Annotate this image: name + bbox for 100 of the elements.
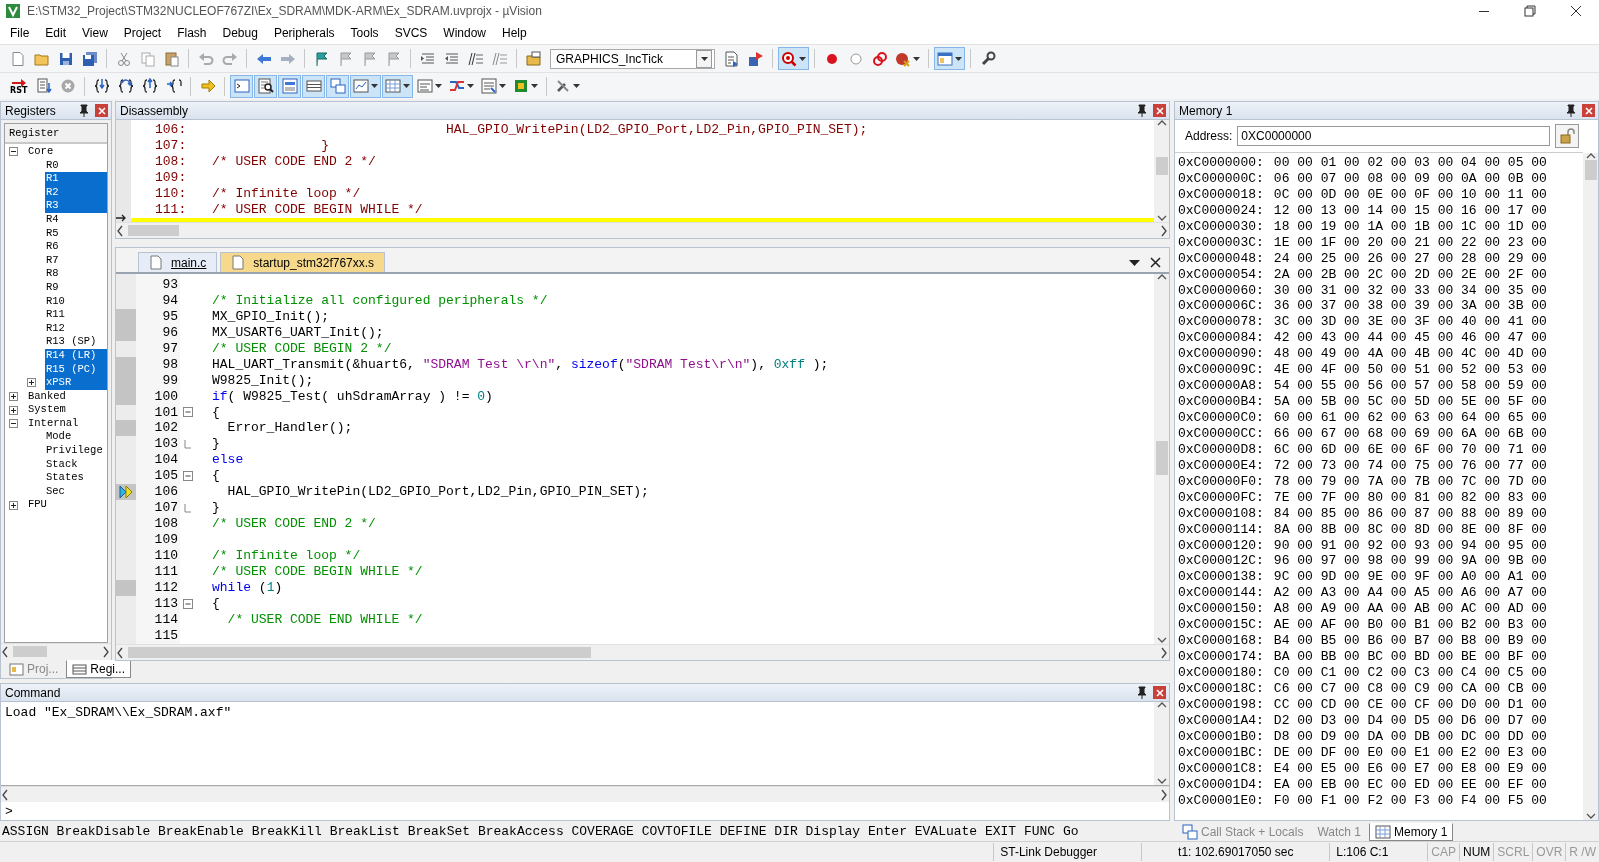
menu-item[interactable]: Project	[115, 24, 170, 42]
tree-item[interactable]: Banked	[27, 389, 107, 404]
close-button[interactable]	[1153, 686, 1166, 699]
tree-item[interactable]: Privilege	[45, 444, 107, 458]
vertical-scrollbar[interactable]	[1154, 120, 1169, 222]
watch-window-button[interactable]	[350, 74, 382, 98]
lock-button[interactable]	[1555, 124, 1579, 148]
vertical-scrollbar[interactable]	[1154, 274, 1169, 644]
caret-icon	[573, 84, 581, 88]
scrollbar-thumb[interactable]	[13, 646, 48, 657]
tree-item[interactable]: R6	[45, 240, 107, 254]
menu-item[interactable]: SVCS	[386, 24, 436, 42]
address-field[interactable]: 0XC0000000	[1237, 126, 1550, 146]
menu-item[interactable]: Tools	[342, 24, 387, 42]
line-number: 115	[153, 627, 179, 644]
fold-toggle-icon[interactable]	[183, 471, 193, 482]
scrollbar-thumb[interactable]	[128, 647, 592, 658]
tree-item[interactable]: FPU	[27, 498, 107, 513]
tree-item[interactable]: System	[27, 403, 107, 417]
linked-circles-icon	[871, 50, 888, 67]
status-indicator: R /W	[1565, 843, 1599, 861]
window-button[interactable]	[934, 47, 965, 70]
tree-item[interactable]: R10	[45, 294, 107, 309]
fold-toggle-icon[interactable]	[183, 407, 193, 418]
memory-window-button[interactable]	[382, 74, 414, 98]
scrollbar-thumb[interactable]	[1584, 160, 1597, 180]
tree-item[interactable]: States	[45, 471, 107, 485]
tab[interactable]: Memory 1	[1368, 823, 1454, 841]
scrollbar-thumb[interactable]	[1155, 441, 1168, 476]
tree-item[interactable]: Sec	[45, 484, 107, 499]
tree-item[interactable]: R1	[45, 172, 107, 186]
memory-bytes: 3C 00 3D 00 3E 00 3F 00 40 00 41 00	[1273, 314, 1547, 331]
package-icon	[747, 50, 764, 67]
memory-address: 0xC0000150:	[1178, 601, 1264, 618]
symbols-window-button[interactable]	[278, 74, 302, 98]
stacked-windows-icon	[1182, 824, 1198, 840]
menu-item[interactable]: Edit	[37, 24, 75, 42]
menu-item[interactable]: Help	[494, 24, 535, 42]
line-number: 97	[161, 340, 179, 357]
menu-item[interactable]: Peripherals	[265, 24, 343, 42]
tree-item[interactable]: Core	[27, 145, 107, 159]
disassembly-window-button[interactable]	[254, 74, 278, 98]
horizontal-scrollbar[interactable]	[1, 643, 111, 659]
target-select[interactable]: GRAPHICS_IncTick	[550, 48, 715, 69]
tab[interactable]: Regi...	[66, 660, 132, 678]
tree-item[interactable]: R11	[45, 308, 107, 322]
tree-item[interactable]: Mode	[45, 430, 107, 445]
tree-item[interactable]: Stack	[45, 457, 107, 472]
editor-tab[interactable]: main.c	[138, 252, 218, 272]
scrollbar-thumb[interactable]	[1155, 157, 1168, 175]
tree-item[interactable]: Internal	[27, 416, 107, 431]
outdent-icon	[443, 50, 460, 67]
tree-item[interactable]: R9	[45, 280, 107, 295]
tree-item[interactable]: xPSR	[45, 376, 107, 390]
tree-item[interactable]: R3	[45, 199, 107, 213]
tree-toggle-icon[interactable]	[27, 378, 36, 388]
tree-item[interactable]: R8	[45, 267, 107, 281]
arrow-icon	[10, 77, 27, 87]
file-icon	[9, 50, 26, 67]
memory-bytes: 8A 00 8B 00 8C 00 8D 00 8E 00 8F 00	[1273, 521, 1547, 538]
vertical-scrollbar[interactable]	[1583, 153, 1598, 820]
dropdown-icon[interactable]	[1129, 259, 1140, 266]
tree-item[interactable]: R7	[45, 253, 107, 268]
menu-item[interactable]: Debug	[214, 24, 266, 42]
tree-toggle-icon[interactable]	[9, 405, 18, 415]
editor-tab[interactable]: startup_stm32f767xx.s	[220, 252, 386, 272]
horizontal-scrollbar[interactable]	[1, 786, 1169, 802]
memory-address: 0xC0000000:	[1178, 155, 1264, 171]
memory-bytes: 5A 00 5B 00 5C 00 5D 00 5E 00 5F 00	[1273, 394, 1547, 410]
tree-toggle-icon[interactable]	[9, 500, 18, 510]
tree-item[interactable]: R4	[45, 212, 107, 227]
close-icon	[1583, 105, 1594, 116]
tree-item[interactable]: R13 (SP)	[45, 335, 107, 349]
tree-toggle-icon[interactable]	[9, 392, 18, 401]
scrollbar-thumb[interactable]	[128, 225, 180, 236]
debug-session-button[interactable]	[778, 47, 809, 70]
horizontal-scrollbar[interactable]	[116, 644, 1169, 660]
memory-bytes: 00 00 01 00 02 00 03 00 04 00 05 00	[1273, 155, 1547, 171]
menu-item[interactable]: View	[74, 24, 116, 42]
close-button[interactable]	[95, 104, 108, 117]
close-icon[interactable]	[1150, 257, 1161, 268]
memory-bytes: E4 00 E5 00 E6 00 E7 00 E8 00 E9 00	[1273, 760, 1547, 777]
reset-button[interactable]: RST	[6, 74, 32, 98]
tree-item[interactable]: R0	[45, 158, 107, 173]
menu-item[interactable]: File	[2, 24, 38, 42]
fold-toggle-icon[interactable]	[183, 598, 193, 609]
close-button[interactable]	[1153, 104, 1166, 117]
tree-item[interactable]: R12	[45, 321, 107, 336]
tree-item[interactable]: R14 (LR)	[45, 348, 107, 363]
tree-toggle-icon[interactable]	[9, 147, 18, 157]
memory-address: 0xC000018C:	[1178, 680, 1264, 697]
vertical-scrollbar[interactable]	[1154, 702, 1169, 785]
close-button[interactable]	[1582, 104, 1595, 117]
tree-toggle-icon[interactable]	[9, 419, 18, 429]
menu-item[interactable]: Flash	[169, 24, 215, 42]
horizontal-scrollbar[interactable]	[116, 222, 1169, 238]
stacked-windows-icon	[329, 78, 346, 94]
registers-window-button[interactable]	[302, 74, 326, 98]
tree-item[interactable]: R5	[45, 226, 107, 241]
menu-item[interactable]: Window	[435, 24, 494, 42]
